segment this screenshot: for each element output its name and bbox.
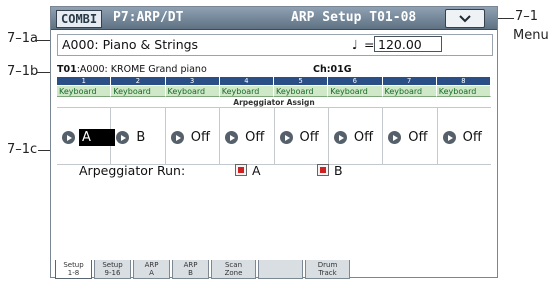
tab-label: ARP [144, 261, 159, 269]
program-name[interactable]: A000: Piano & Strings [62, 37, 198, 52]
arp-run-a-label: A [252, 163, 261, 178]
tab-sublabel: Track [318, 269, 337, 277]
timbre-channel: Ch:01G [313, 64, 352, 75]
tab-sublabel: 9-16 [104, 269, 121, 277]
tab-label: Setup [63, 261, 84, 269]
chevron-down-icon [459, 14, 471, 22]
mode-label[interactable]: COMBI [56, 10, 103, 28]
tempo-equals: = [364, 37, 375, 52]
popup-arrow-icon[interactable] [225, 131, 239, 144]
assign-value[interactable]: Off [405, 129, 430, 146]
callout-line-7-1c [38, 150, 50, 151]
arp-run-b-checkbox[interactable] [317, 164, 329, 176]
assign-value[interactable]: A [79, 129, 115, 146]
display-screen: COMBI P7:ARP/DT ARP Setup T01-08 A000: P… [50, 6, 498, 279]
assign-cell-1[interactable]: A [57, 108, 115, 164]
tab-label: ARP [183, 261, 198, 269]
assign-cell-4[interactable]: Off [220, 108, 275, 164]
keyboard-row: Keyboard Keyboard Keyboard Keyboard Keyb… [57, 86, 491, 97]
column-header: 7 [382, 77, 437, 85]
page-tabs: Setup 1-8 Setup 9-16 ARP A ARP B Scan Zone Dr… [55, 260, 352, 279]
program-row: A000: Piano & Strings ♩ = 120.00 [57, 34, 493, 56]
arpeggiator-assign-label: Arpeggiator Assign [233, 98, 315, 107]
keyboard-tag: Keyboard [57, 86, 112, 97]
arpeggiator-run-label: Arpeggiator Run: [79, 163, 186, 178]
callout-menu: Menu [513, 28, 549, 43]
tab-label: Setup [102, 261, 123, 269]
column-header: 4 [219, 77, 274, 85]
tempo-field[interactable]: 120.00 [374, 36, 442, 52]
assign-cell-8[interactable]: Off [438, 108, 491, 164]
tab-drum-track[interactable]: Drum Track [305, 260, 350, 279]
tab-label: Drum [317, 261, 338, 269]
title-bar: COMBI P7:ARP/DT ARP Setup T01-08 [51, 7, 497, 30]
timbre-id: T01 [57, 64, 77, 75]
column-header: 2 [111, 77, 166, 85]
tab-arp-a[interactable]: ARP A [133, 260, 170, 279]
popup-arrow-icon[interactable] [442, 131, 456, 144]
assign-cell-6[interactable]: Off [329, 108, 384, 164]
arp-run-a-checkbox[interactable] [235, 164, 247, 176]
tab-empty [258, 260, 303, 279]
arp-run-b-label: B [334, 163, 343, 178]
tempo-note-symbol: ♩ [352, 37, 358, 52]
assign-cell-7[interactable]: Off [383, 108, 438, 164]
keyboard-tag: Keyboard [382, 86, 437, 97]
timbre-name: T01:A000: KROME Grand piano [57, 64, 207, 76]
keyboard-tag: Keyboard [328, 86, 383, 97]
tab-setup-9-16[interactable]: Setup 9-16 [94, 260, 131, 279]
keyboard-tag: Keyboard [274, 86, 329, 97]
callout-7-1a: 7–1a [7, 31, 39, 46]
arpeggiator-assign-row: A B Off Off Off Off Off Off [57, 107, 491, 165]
page-title: ARP Setup T01-08 [291, 10, 417, 25]
column-header: 1 [57, 77, 112, 85]
column-header: 5 [274, 77, 329, 85]
tab-label: Scan [224, 261, 243, 269]
timbre-grid: 1 2 3 4 5 6 7 8 Keyboard Keyboard Keyboa… [57, 77, 491, 165]
assign-value[interactable]: Off [297, 129, 322, 146]
assign-value[interactable]: Off [188, 129, 213, 146]
keyboard-tag: Keyboard [111, 86, 166, 97]
column-header: 8 [436, 77, 491, 85]
assign-cell-2[interactable]: B [111, 108, 166, 164]
popup-arrow-icon[interactable] [279, 131, 293, 144]
tab-sublabel: Zone [224, 269, 243, 277]
popup-arrow-icon[interactable] [116, 131, 130, 144]
keyboard-tag: Keyboard [165, 86, 220, 97]
callout-7-1b: 7–1b [7, 64, 39, 79]
tab-scan-zone[interactable]: Scan Zone [211, 260, 256, 279]
assign-value[interactable]: B [133, 129, 148, 146]
callout-7-1c: 7–1c [7, 142, 38, 157]
assign-cell-3[interactable]: Off [166, 108, 221, 164]
tab-arp-b[interactable]: ARP B [172, 260, 209, 279]
tab-sublabel: A [149, 269, 154, 277]
callout-7-1: 7–1 [515, 9, 539, 24]
tab-sublabel: 1-8 [67, 269, 80, 277]
assign-value[interactable]: Off [351, 129, 376, 146]
column-header: 6 [328, 77, 383, 85]
keyboard-tag: Keyboard [219, 86, 274, 97]
timbre-program: :A000: KROME Grand piano [76, 64, 207, 75]
assign-value[interactable]: Off [460, 129, 485, 146]
menu-button[interactable] [445, 9, 485, 28]
page-label: P7:ARP/DT [113, 10, 184, 25]
assign-value[interactable]: Off [242, 129, 267, 146]
popup-arrow-icon[interactable] [170, 131, 184, 144]
popup-arrow-icon[interactable] [62, 131, 75, 144]
tab-setup-1-8[interactable]: Setup 1-8 [55, 260, 92, 279]
assign-cell-5[interactable]: Off [275, 108, 329, 164]
column-header-row: 1 2 3 4 5 6 7 8 [57, 77, 491, 85]
keyboard-tag: Keyboard [436, 86, 491, 97]
popup-arrow-icon[interactable] [333, 131, 347, 144]
tab-sublabel: B [188, 269, 193, 277]
column-header: 3 [165, 77, 220, 85]
popup-arrow-icon[interactable] [388, 131, 402, 144]
